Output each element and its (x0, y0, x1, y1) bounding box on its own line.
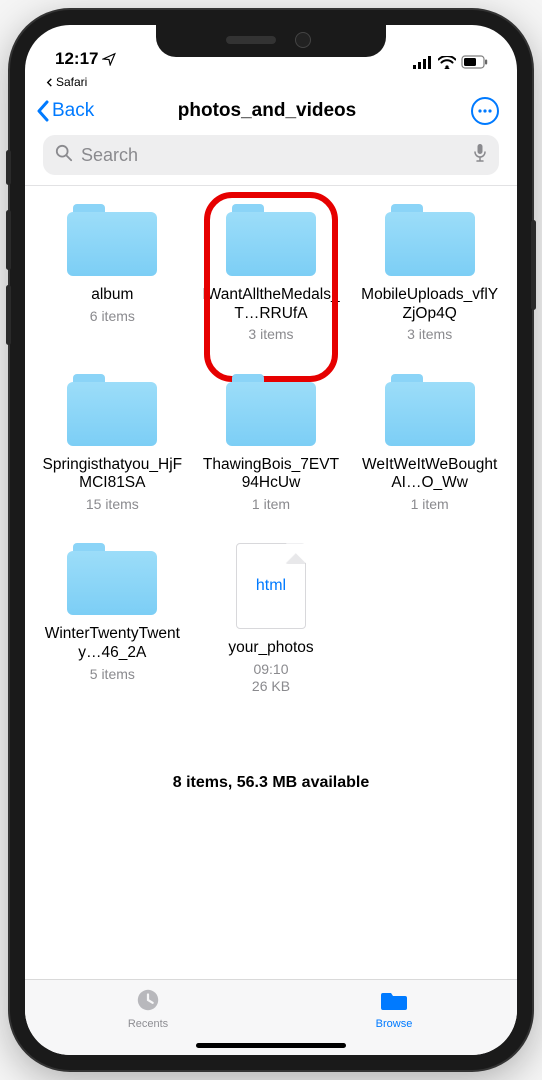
folder-icon (67, 543, 157, 615)
item-name: album (91, 286, 133, 305)
folder-mobileuploads[interactable]: MobileUploads_vflYZjOp4Q 3 items (354, 204, 505, 344)
dictation-icon[interactable] (473, 143, 487, 168)
navigation-bar: Back photos_and_videos (25, 89, 517, 131)
folder-tab-icon (380, 987, 408, 1016)
tab-label: Recents (128, 1018, 168, 1030)
item-meta: 3 items (248, 326, 293, 344)
battery-icon (461, 55, 489, 69)
home-indicator[interactable] (196, 1043, 346, 1048)
folder-iwantallthemedals[interactable]: IWantAlltheMedals_T…RRUfA 3 items (196, 204, 347, 344)
folder-icon (67, 204, 157, 276)
search-bar[interactable] (43, 135, 499, 175)
tab-browse[interactable]: Browse (271, 980, 517, 1037)
cellular-icon (413, 56, 433, 69)
tab-label: Browse (376, 1018, 413, 1030)
item-meta: 1 item (252, 496, 290, 514)
storage-status: 8 items, 56.3 MB available (25, 714, 517, 804)
item-name: ThawingBois_7EVT94HcUw (201, 456, 341, 493)
item-name: Springisthatyou_HjFMCI81SA (42, 456, 182, 493)
folder-icon (385, 374, 475, 446)
file-your-photos[interactable]: html your_photos 09:10 26 KB (196, 543, 347, 696)
folder-thawingbois[interactable]: ThawingBois_7EVT94HcUw 1 item (196, 374, 347, 514)
item-meta: 6 items (90, 308, 135, 326)
item-name: WinterTwentyTwenty…46_2A (42, 625, 182, 662)
item-name: IWantAlltheMedals_T…RRUfA (201, 286, 341, 323)
item-name: WeItWeItWeBoughtAI…O_Ww (360, 456, 500, 493)
folder-icon (67, 374, 157, 446)
item-meta: 09:10 26 KB (252, 661, 290, 696)
screen: 12:17 Safari (25, 25, 517, 1055)
volume-up-button (6, 210, 11, 270)
device-frame: 12:17 Safari (10, 10, 532, 1070)
back-label: Back (52, 100, 94, 122)
folder-wintertwentytwenty[interactable]: WinterTwentyTwenty…46_2A 5 items (37, 543, 188, 696)
volume-down-button (6, 285, 11, 345)
file-type-label: html (256, 577, 286, 595)
item-meta: 3 items (407, 326, 452, 344)
more-options-button[interactable] (471, 97, 499, 125)
page-title: photos_and_videos (135, 100, 399, 122)
item-meta: 15 items (86, 496, 139, 514)
item-meta: 5 items (90, 666, 135, 684)
item-meta: 1 item (411, 496, 449, 514)
return-to-app[interactable]: Safari (25, 73, 517, 89)
location-icon (102, 52, 116, 66)
search-input[interactable] (81, 145, 465, 166)
back-button[interactable]: Back (35, 100, 135, 122)
wifi-icon (438, 56, 456, 69)
status-time: 12:17 (55, 49, 98, 69)
notch (156, 25, 386, 57)
search-icon (55, 144, 73, 167)
folder-springisthatyou[interactable]: Springisthatyou_HjFMCI81SA 15 items (37, 374, 188, 514)
file-grid: album 6 items IWantAlltheMedals_T…RRUfA … (25, 186, 517, 714)
power-button (531, 220, 536, 310)
folder-icon (226, 204, 316, 276)
folder-icon (385, 204, 475, 276)
return-app-label: Safari (56, 75, 87, 89)
html-file-icon: html (236, 543, 306, 629)
clock-icon (134, 987, 162, 1016)
tab-recents[interactable]: Recents (25, 980, 271, 1037)
item-name: MobileUploads_vflYZjOp4Q (360, 286, 500, 323)
folder-album[interactable]: album 6 items (37, 204, 188, 344)
mute-switch (6, 150, 11, 185)
item-name: your_photos (228, 639, 313, 658)
folder-weitweitwebought[interactable]: WeItWeItWeBoughtAI…O_Ww 1 item (354, 374, 505, 514)
folder-icon (226, 374, 316, 446)
